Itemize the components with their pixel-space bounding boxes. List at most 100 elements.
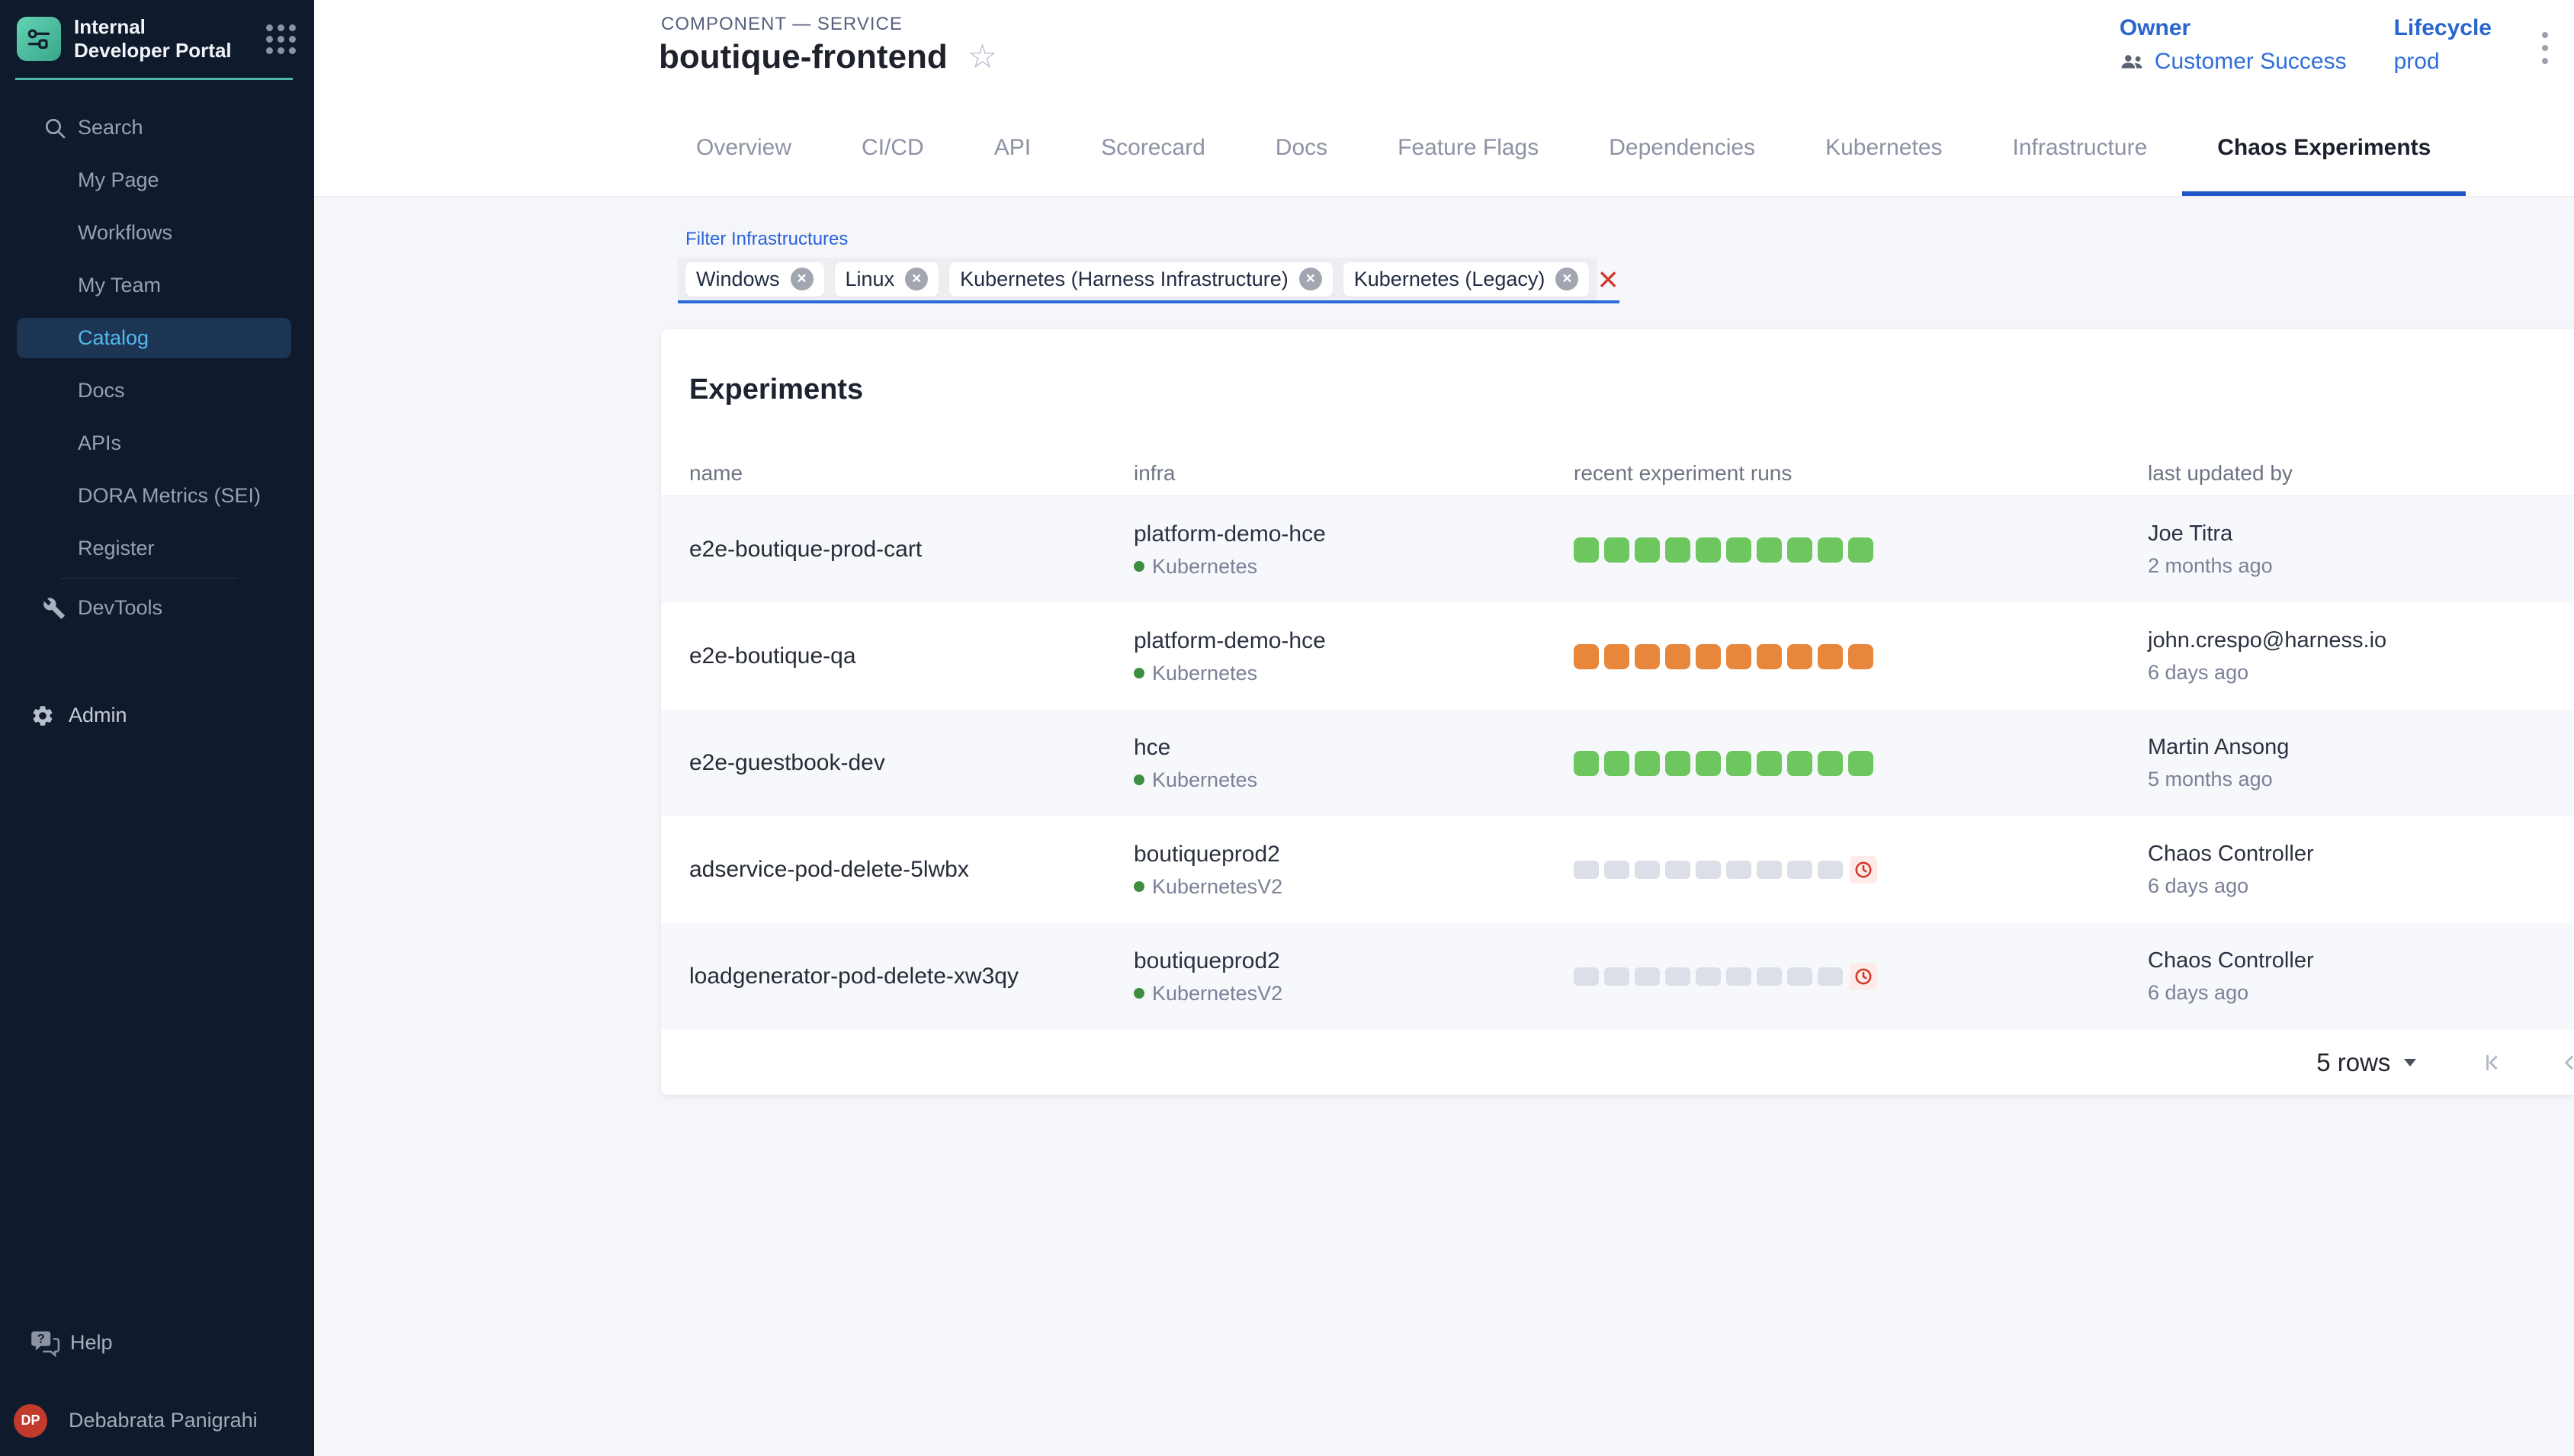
run-status-square-idle[interactable] (1787, 861, 1812, 879)
run-status-square-success[interactable] (1726, 751, 1751, 776)
filter-chip-linux: Linux × (835, 262, 939, 297)
sidebar-item-devtools[interactable]: DevTools (0, 582, 314, 634)
user-menu[interactable]: DP Debabrata Panigrahi (0, 1394, 314, 1447)
app-logo-icon[interactable] (17, 17, 61, 61)
kebab-menu-icon[interactable] (2539, 29, 2551, 67)
infra-status-dot (1134, 668, 1144, 678)
run-status-square-idle[interactable] (1757, 967, 1782, 986)
tab-kubernetes[interactable]: Kubernetes (1790, 99, 1977, 196)
run-status-square-idle[interactable] (1604, 861, 1629, 879)
tab-docs[interactable]: Docs (1240, 99, 1362, 196)
run-status-square-idle[interactable] (1665, 861, 1690, 879)
rows-per-page-select[interactable]: 5 rows (2316, 1048, 2416, 1077)
filter-infrastructures-label[interactable]: Filter Infrastructures (685, 229, 848, 250)
run-status-square-success[interactable] (1604, 537, 1629, 563)
favorite-star-icon[interactable]: ☆ (968, 40, 997, 74)
run-status-square-success[interactable] (1635, 751, 1660, 776)
run-overdue-tile[interactable] (1850, 856, 1877, 884)
infra-cell: boutiqueprod2 KubernetesV2 (1134, 842, 1574, 899)
first-page-icon[interactable] (2482, 1051, 2505, 1074)
sidebar-item-catalog[interactable]: Catalog (17, 318, 291, 358)
sidebar-item-my-team[interactable]: My Team (0, 259, 314, 312)
avatar: DP (14, 1404, 47, 1438)
run-status-square-idle[interactable] (1818, 967, 1843, 986)
tab-infrastructure[interactable]: Infrastructure (1978, 99, 2183, 196)
run-status-square-idle[interactable] (1818, 861, 1843, 879)
sidebar-item-label: Help (70, 1331, 113, 1355)
run-status-square-idle[interactable] (1574, 967, 1599, 986)
apps-grid-icon[interactable] (266, 24, 302, 54)
sidebar-item-search[interactable]: Search (0, 101, 314, 154)
run-status-square-idle[interactable] (1757, 861, 1782, 879)
run-status-square-idle[interactable] (1726, 967, 1751, 986)
run-status-square-success[interactable] (1726, 537, 1751, 563)
run-status-square-idle[interactable] (1787, 967, 1812, 986)
tab-scorecard[interactable]: Scorecard (1066, 99, 1240, 196)
chip-label: Kubernetes (Harness Infrastructure) (960, 268, 1289, 291)
run-status-square-failed[interactable] (1787, 644, 1812, 669)
run-status-square-idle[interactable] (1574, 861, 1599, 879)
run-status-square-failed[interactable] (1848, 644, 1873, 669)
sidebar-item-docs[interactable]: Docs (0, 364, 314, 417)
run-status-square-success[interactable] (1787, 537, 1812, 563)
clear-filters-icon[interactable]: × (1597, 258, 1619, 300)
run-status-square-success[interactable] (1757, 537, 1782, 563)
previous-page-icon[interactable] (2558, 1051, 2574, 1074)
run-status-square-success[interactable] (1604, 751, 1629, 776)
run-status-square-success[interactable] (1787, 751, 1812, 776)
filter-chips[interactable]: Windows × Linux × Kubernetes (Harness In… (678, 258, 1597, 300)
run-status-square-success[interactable] (1696, 537, 1721, 563)
run-status-square-failed[interactable] (1665, 644, 1690, 669)
infra-name: boutiqueprod2 (1134, 842, 1574, 868)
sidebar-item-dora-metrics[interactable]: DORA Metrics (SEI) (0, 470, 314, 522)
chip-label: Windows (696, 268, 780, 291)
sidebar-item-admin[interactable]: Admin (0, 689, 314, 742)
page-title: boutique-frontend (659, 38, 948, 76)
run-status-square-success[interactable] (1665, 751, 1690, 776)
tab-feature-flags[interactable]: Feature Flags (1362, 99, 1574, 196)
run-status-square-failed[interactable] (1696, 644, 1721, 669)
chip-remove-icon[interactable]: × (905, 268, 928, 290)
sidebar-item-help[interactable]: ? Help (0, 1316, 314, 1369)
run-status-square-idle[interactable] (1665, 967, 1690, 986)
owner-link[interactable]: Customer Success (2120, 49, 2347, 75)
tab-cicd[interactable]: CI/CD (826, 99, 959, 196)
tab-dependencies[interactable]: Dependencies (1574, 99, 1790, 196)
sidebar-item-my-page[interactable]: My Page (0, 154, 314, 207)
run-status-square-success[interactable] (1818, 537, 1843, 563)
run-status-square-success[interactable] (1696, 751, 1721, 776)
help-chat-icon: ? (30, 1329, 70, 1357)
run-status-square-failed[interactable] (1818, 644, 1843, 669)
tab-api[interactable]: API (959, 99, 1066, 196)
run-status-square-success[interactable] (1848, 537, 1873, 563)
chip-remove-icon[interactable]: × (1299, 268, 1322, 290)
run-status-square-idle[interactable] (1696, 861, 1721, 879)
run-status-square-failed[interactable] (1757, 644, 1782, 669)
run-status-square-success[interactable] (1665, 537, 1690, 563)
run-status-square-failed[interactable] (1604, 644, 1629, 669)
run-status-square-idle[interactable] (1635, 861, 1660, 879)
run-status-square-failed[interactable] (1726, 644, 1751, 669)
tab-overview[interactable]: Overview (661, 99, 826, 196)
run-status-square-success[interactable] (1574, 751, 1599, 776)
run-status-square-success[interactable] (1848, 751, 1873, 776)
run-status-square-success[interactable] (1757, 751, 1782, 776)
chip-remove-icon[interactable]: × (1555, 268, 1578, 290)
sidebar-item-apis[interactable]: APIs (0, 417, 314, 470)
content: Filter Infrastructures Windows × Linux ×… (314, 197, 2574, 1456)
sidebar-item-workflows[interactable]: Workflows (0, 207, 314, 259)
sidebar-item-register[interactable]: Register (0, 522, 314, 575)
recent-runs (1574, 963, 2148, 990)
run-status-square-failed[interactable] (1635, 644, 1660, 669)
run-status-square-idle[interactable] (1604, 967, 1629, 986)
tab-chaos-experiments[interactable]: Chaos Experiments (2182, 99, 2466, 196)
run-overdue-tile[interactable] (1850, 963, 1877, 990)
run-status-square-success[interactable] (1635, 537, 1660, 563)
run-status-square-idle[interactable] (1726, 861, 1751, 879)
run-status-square-failed[interactable] (1574, 644, 1599, 669)
run-status-square-success[interactable] (1574, 537, 1599, 563)
chip-remove-icon[interactable]: × (791, 268, 814, 290)
run-status-square-idle[interactable] (1696, 967, 1721, 986)
run-status-square-success[interactable] (1818, 751, 1843, 776)
run-status-square-idle[interactable] (1635, 967, 1660, 986)
